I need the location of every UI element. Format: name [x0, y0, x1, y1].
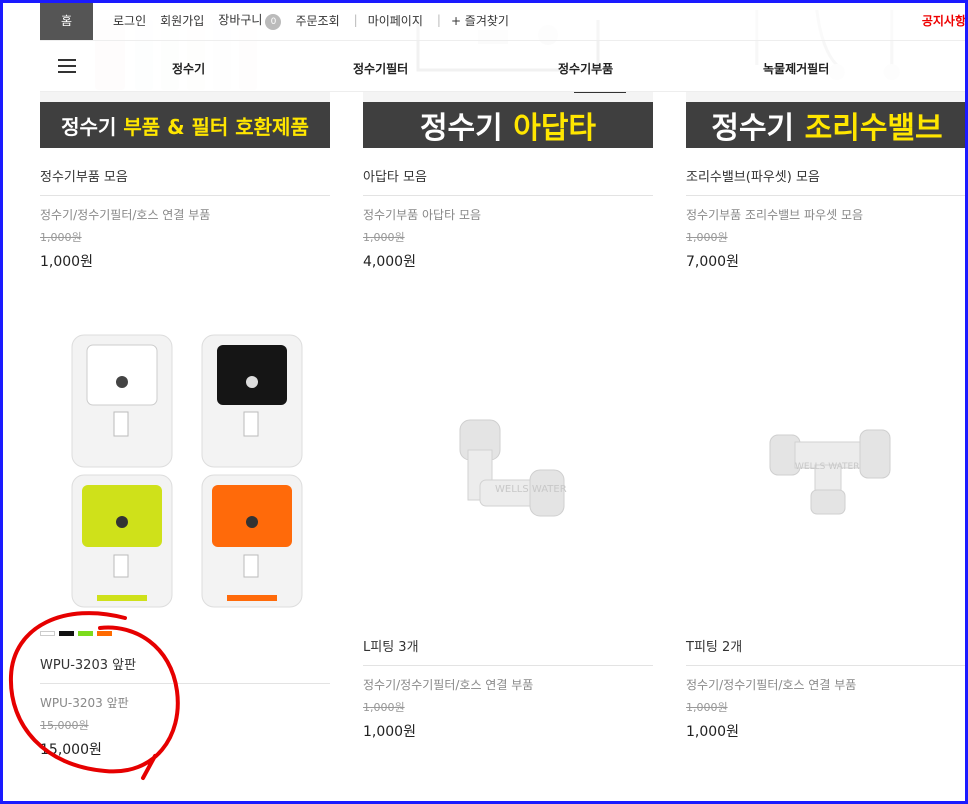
product-price: 7,000원 [686, 254, 739, 270]
cart-count-badge: 0 [265, 13, 282, 30]
product-card[interactable]: 아답타 모음 정수기부품 아답타 모음 1,000원 4,000원 [363, 166, 653, 271]
product-old-price: 1,000원 [363, 701, 405, 714]
banner-caption: 정수기 조리수밸브 [686, 102, 968, 148]
nav-item-rust-filter[interactable]: 녹물제거필터 [763, 60, 829, 77]
product-price: 1,000원 [686, 724, 739, 740]
product-name[interactable]: WPU-3203 앞판 [40, 654, 330, 684]
product-thumbnail-l-fitting[interactable]: WELLS WATER [440, 410, 580, 530]
watermark: WELLS WATER [495, 484, 567, 495]
product-price: 1,000원 [363, 724, 416, 740]
nav-item-purifier[interactable]: 정수기 [172, 60, 205, 77]
product-desc: 정수기부품 조리수밸브 파우셋 모음 [686, 208, 864, 222]
main-nav: 정수기 정수기필터 정수기부품 녹물제거필터 [40, 40, 968, 93]
product-price: 1,000원 [40, 254, 93, 270]
product-desc: WPU-3203 앞판 [40, 696, 129, 710]
product-desc: 정수기/정수기필터/호스 연결 부품 [40, 208, 211, 222]
product-card[interactable]: WPU-3203 앞판 WPU-3203 앞판 15,000원 15,000원 [40, 654, 330, 759]
product-old-price: 1,000원 [686, 231, 728, 244]
swatch-lime[interactable] [78, 631, 93, 636]
product-card[interactable]: L피팅 3개 정수기/정수기필터/호스 연결 부품 1,000원 1,000원 [363, 636, 653, 741]
login-link[interactable]: 로그인 [113, 12, 146, 29]
swatch-orange[interactable] [97, 631, 112, 636]
signup-link[interactable]: 회원가입 [160, 12, 204, 29]
banner-caption: 정수기 부품 & 필터 호환제품 [40, 102, 330, 148]
order-lookup-link[interactable]: 주문조회 [295, 12, 339, 29]
divider: | [436, 13, 441, 27]
product-price: 4,000원 [363, 254, 416, 270]
product-desc: 정수기/정수기필터/호스 연결 부품 [363, 678, 534, 692]
product-old-price: 15,000원 [40, 719, 89, 732]
nav-item-parts[interactable]: 정수기부품 [558, 60, 627, 93]
product-thumbnail-front-panels[interactable] [62, 330, 312, 615]
swatch-black[interactable] [59, 631, 74, 636]
product-name[interactable]: 아답타 모음 [363, 166, 653, 196]
cart-link[interactable]: 장바구니 0 [218, 11, 282, 30]
product-old-price: 1,000원 [363, 231, 405, 244]
bookmark-link[interactable]: + 즐겨찾기 [451, 12, 509, 29]
hamburger-menu-icon[interactable] [58, 59, 76, 73]
mypage-link[interactable]: 마이페이지 [368, 12, 423, 29]
swatch-white[interactable] [40, 631, 55, 636]
top-links: 로그인 회원가입 장바구니 0 주문조회 | 마이페이지 | + 즐겨찾기 [113, 11, 523, 30]
nav-item-filter[interactable]: 정수기필터 [353, 60, 408, 77]
product-desc: 정수기/정수기필터/호스 연결 부품 [686, 678, 857, 692]
product-price: 15,000원 [40, 742, 102, 758]
product-card[interactable]: 조리수밸브(파우셋) 모음 정수기부품 조리수밸브 파우셋 모음 1,000원 … [686, 166, 968, 271]
watermark: WELLS WATER [795, 462, 860, 472]
product-name[interactable]: L피팅 3개 [363, 636, 653, 666]
color-swatches [40, 631, 112, 636]
product-old-price: 1,000원 [40, 231, 82, 244]
product-desc: 정수기부품 아답타 모음 [363, 208, 482, 222]
product-name[interactable]: 조리수밸브(파우셋) 모음 [686, 166, 968, 196]
divider: | [353, 13, 358, 27]
product-old-price: 1,000원 [686, 701, 728, 714]
notice-link[interactable]: 공지사항 [922, 12, 966, 29]
home-button[interactable]: 홈 [40, 0, 93, 40]
cart-link-label: 장바구니 [218, 12, 263, 27]
product-card[interactable]: T피팅 2개 정수기/정수기필터/호스 연결 부품 1,000원 1,000원 [686, 636, 968, 741]
top-utility-bar: 홈 로그인 회원가입 장바구니 0 주문조회 | 마이페이지 | + 즐겨찾기 공… [40, 0, 968, 40]
banner-caption: 정수기 아답타 [363, 102, 653, 148]
product-name[interactable]: T피팅 2개 [686, 636, 968, 666]
product-name[interactable]: 정수기부품 모음 [40, 166, 330, 196]
product-card[interactable]: 정수기부품 모음 정수기/정수기필터/호스 연결 부품 1,000원 1,000… [40, 166, 330, 271]
product-thumbnail-t-fitting[interactable]: WELLS WATER [765, 420, 895, 520]
